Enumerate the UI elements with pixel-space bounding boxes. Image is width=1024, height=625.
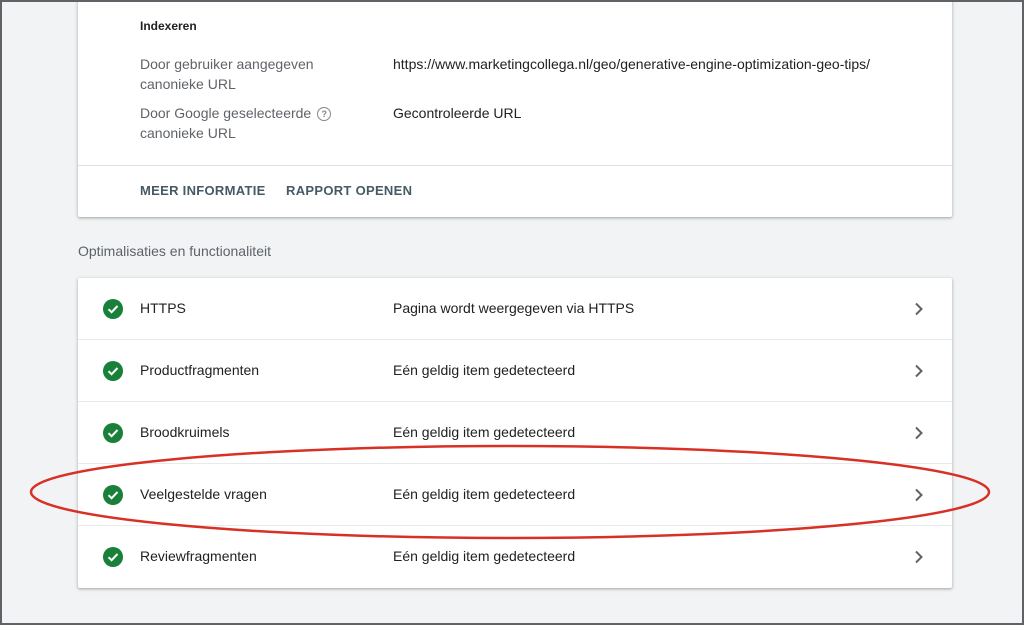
chevron-right-icon[interactable] [914, 426, 924, 440]
optimizations-title: Optimalisaties en functionaliteit [78, 243, 271, 259]
item-status: Eén geldig item gedetecteerd [393, 424, 576, 440]
list-item-productfragmenten[interactable]: Productfragmenten Eén geldig item gedete… [78, 340, 952, 402]
chevron-right-icon[interactable] [914, 488, 924, 502]
item-name: Veelgestelde vragen [140, 486, 267, 502]
open-report-button[interactable]: RAPPORT OPENEN [286, 183, 412, 198]
optimizations-list: HTTPS Pagina wordt weergegeven via HTTPS… [78, 278, 952, 588]
item-name: HTTPS [140, 300, 186, 316]
item-status: Eén geldig item gedetecteerd [393, 486, 576, 502]
list-item-reviewfragmenten[interactable]: Reviewfragmenten Eén geldig item gedetec… [78, 526, 952, 588]
check-circle-icon [103, 299, 123, 319]
indexing-section-title: Indexeren [140, 19, 197, 33]
item-name: Reviewfragmenten [140, 548, 257, 564]
check-circle-icon [103, 361, 123, 381]
user-canonical-label: Door gebruiker aangegeven canonieke URL [140, 56, 314, 92]
list-item-broodkruimels[interactable]: Broodkruimels Eén geldig item gedetectee… [78, 402, 952, 464]
item-status: Pagina wordt weergegeven via HTTPS [393, 300, 635, 316]
item-status: Eén geldig item gedetecteerd [393, 362, 576, 378]
item-name: Broodkruimels [140, 424, 230, 440]
user-canonical-value: https://www.marketingcollega.nl/geo/gene… [393, 56, 871, 72]
list-item-veelgestelde-vragen[interactable]: Veelgestelde vragen Eén geldig item gede… [78, 464, 952, 526]
help-icon[interactable]: ? [317, 107, 332, 121]
check-circle-icon [103, 423, 123, 443]
indexing-card: Indexeren Door gebruiker aangegeven cano… [78, 0, 952, 217]
chevron-right-icon[interactable] [914, 550, 924, 564]
more-info-button[interactable]: MEER INFORMATIE [140, 183, 266, 198]
card-divider [78, 165, 952, 166]
check-circle-icon [103, 547, 123, 567]
google-canonical-label-line1: Door Google geselecteerde [140, 105, 312, 121]
list-item-https[interactable]: HTTPS Pagina wordt weergegeven via HTTPS [78, 278, 952, 340]
chevron-right-icon[interactable] [914, 364, 924, 378]
item-status: Eén geldig item gedetecteerd [393, 548, 576, 564]
chevron-right-icon[interactable] [914, 302, 924, 316]
item-name: Productfragmenten [140, 362, 260, 378]
google-canonical-value: Gecontroleerde URL [393, 105, 522, 121]
google-canonical-label-line2: canonieke URL [140, 125, 236, 141]
check-circle-icon [103, 485, 123, 505]
google-canonical-label: Door Google geselecteerde? canonieke URL [140, 103, 340, 143]
